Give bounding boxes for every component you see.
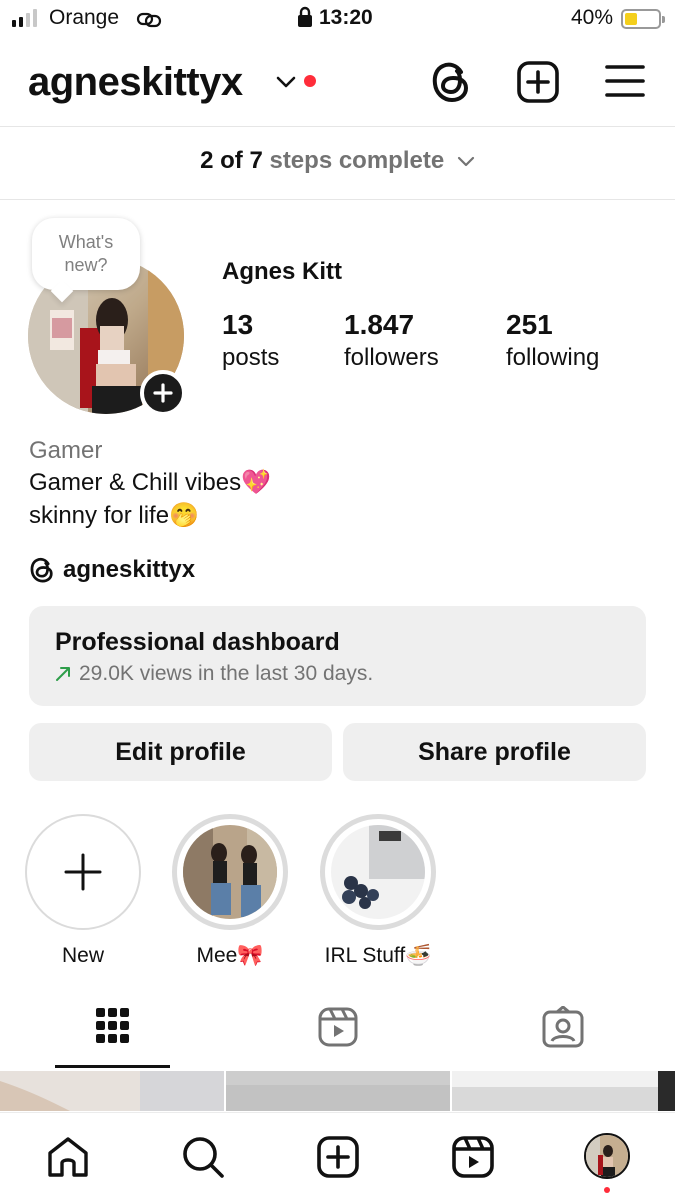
- notification-dot: [604, 1187, 610, 1193]
- threads-icon[interactable]: [430, 60, 472, 104]
- highlight-label: IRL Stuff🍜: [324, 944, 432, 967]
- steps-done: 2 of 7: [200, 147, 263, 174]
- profile-photo: [586, 1135, 628, 1177]
- edit-profile-button[interactable]: Edit profile: [29, 723, 332, 781]
- bubble-line: What's: [58, 232, 114, 252]
- trend-up-icon: [56, 667, 70, 681]
- post-thumbnail[interactable]: [226, 1071, 450, 1111]
- highlight-ring: [25, 814, 141, 930]
- home-icon[interactable]: [46, 1135, 90, 1179]
- highlight-ring: [320, 814, 436, 930]
- bio-line: skinny for life🤭: [29, 502, 199, 529]
- stat-value: 251: [506, 309, 553, 340]
- bubble-line: new?: [64, 255, 108, 275]
- grid-icon[interactable]: [94, 1006, 130, 1046]
- bottom-navigation: [0, 1112, 675, 1200]
- stat-posts[interactable]: 13 posts: [222, 308, 279, 374]
- profile-header: agneskittyx: [0, 52, 675, 118]
- add-story-button[interactable]: [140, 370, 186, 416]
- tab-active-indicator: [55, 1065, 170, 1068]
- profile-avatar[interactable]: [584, 1133, 630, 1179]
- stat-label: posts: [222, 344, 280, 371]
- stat-value: 13: [222, 309, 254, 340]
- notification-dot: [304, 75, 316, 87]
- chevron-down-icon[interactable]: [276, 76, 296, 88]
- search-icon[interactable]: [181, 1135, 225, 1179]
- plus-icon: [64, 853, 102, 891]
- reels-icon[interactable]: [318, 1006, 358, 1048]
- stat-label: followers: [344, 344, 439, 371]
- steps-label: steps complete: [269, 147, 445, 174]
- share-profile-button[interactable]: Share profile: [343, 723, 646, 781]
- battery-percent: 40%: [571, 6, 614, 29]
- bio-line: Gamer & Chill vibes💖: [29, 469, 271, 496]
- status-bar: Orange 13:20 40%: [0, 0, 675, 40]
- divider: [0, 126, 675, 127]
- create-post-icon[interactable]: [516, 60, 560, 104]
- clock: 13:20: [319, 6, 373, 29]
- display-name: Agnes Kitt: [222, 258, 342, 285]
- dashboard-views: 29.0K views in the last 30 days.: [79, 662, 374, 685]
- stat-value: 1.847: [344, 309, 415, 340]
- threads-handle: agneskittyx: [63, 556, 196, 583]
- profile-category: Gamer: [29, 437, 103, 464]
- menu-icon[interactable]: [605, 64, 645, 98]
- highlight-new[interactable]: New: [25, 814, 141, 968]
- divider: [0, 199, 675, 200]
- professional-dashboard[interactable]: Professional dashboard 29.0K views in th…: [29, 606, 646, 706]
- threads-icon: [30, 557, 53, 583]
- highlight-irl-stuff[interactable]: IRL Stuff🍜: [320, 814, 436, 968]
- create-icon[interactable]: [316, 1135, 360, 1179]
- chevron-down-icon: [457, 157, 474, 167]
- stat-label: following: [506, 344, 600, 371]
- steps-progress[interactable]: 2 of 7 steps complete: [0, 130, 675, 192]
- threads-profile-link[interactable]: agneskittyx: [29, 556, 195, 584]
- tagged-icon[interactable]: [542, 1006, 584, 1048]
- highlight-ring: [172, 814, 288, 930]
- highlight-mee[interactable]: Mee🎀: [172, 814, 288, 968]
- dashboard-title: Professional dashboard: [55, 628, 340, 656]
- stat-followers[interactable]: 1.847 followers: [344, 308, 439, 374]
- post-thumbnail[interactable]: [0, 1071, 224, 1111]
- account-username[interactable]: agneskittyx: [28, 60, 243, 105]
- whats-new-bubble[interactable]: What's new?: [32, 218, 140, 290]
- carrier-name: Orange: [49, 6, 120, 29]
- post-thumbnail[interactable]: [452, 1071, 675, 1111]
- stat-following[interactable]: 251 following: [506, 308, 599, 374]
- dashboard-subtitle: 29.0K views in the last 30 days.: [55, 662, 373, 686]
- lock-icon: [298, 6, 312, 27]
- battery-icon: [621, 9, 665, 29]
- highlight-label: Mee🎀: [196, 944, 264, 967]
- plus-icon: [153, 383, 173, 403]
- highlight-cover: [331, 825, 425, 919]
- signal-icon: [12, 9, 37, 27]
- highlight-label: New: [61, 944, 104, 967]
- personal-hotspot-icon: [136, 12, 162, 28]
- reels-icon[interactable]: [451, 1135, 495, 1179]
- highlight-cover: [183, 825, 277, 919]
